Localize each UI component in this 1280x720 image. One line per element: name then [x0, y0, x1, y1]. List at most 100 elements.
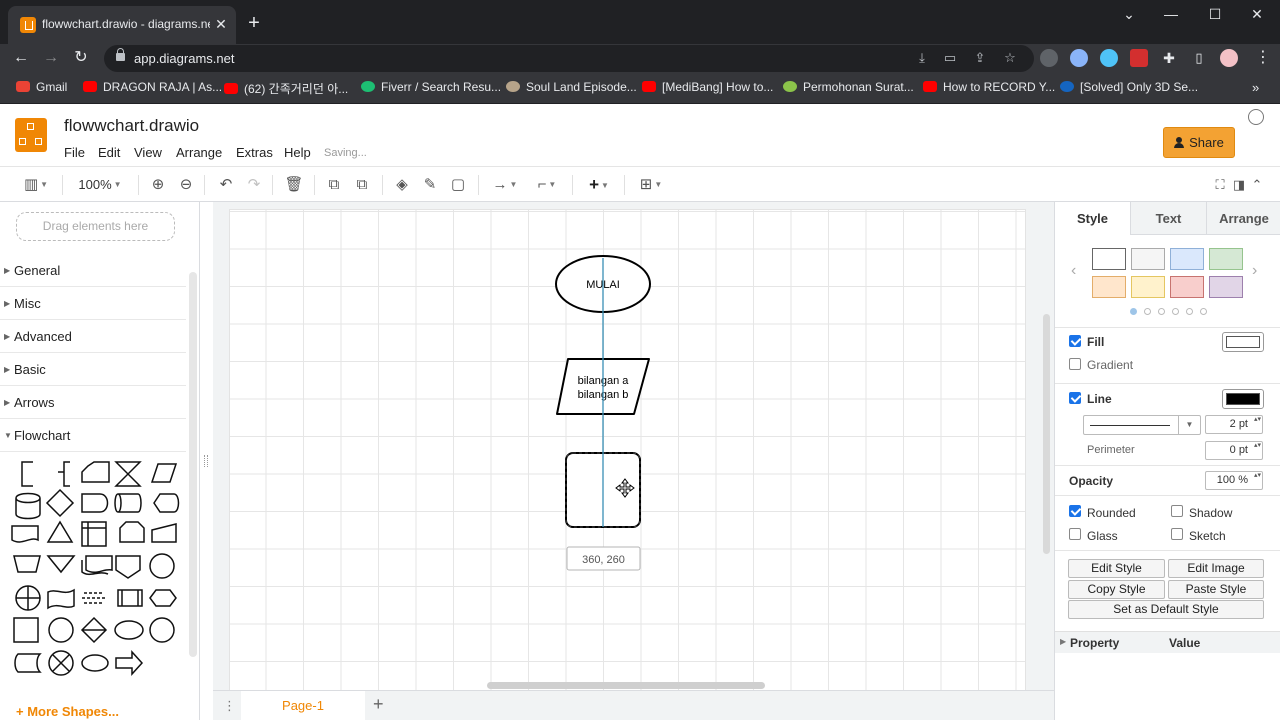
style-swatch[interactable]: [1170, 276, 1204, 298]
table-icon[interactable]: ⊞ ▼: [634, 174, 668, 196]
zoom-in-icon[interactable]: ⊕: [148, 174, 168, 196]
share-page-icon[interactable]: ⇪: [972, 50, 988, 66]
swatch-page-dot[interactable]: [1200, 308, 1207, 315]
language-globe-icon[interactable]: [1248, 109, 1264, 125]
fill-color-picker[interactable]: [1222, 332, 1264, 352]
tab-style[interactable]: Style: [1055, 202, 1130, 235]
line-color-icon[interactable]: ✎: [420, 174, 440, 196]
sidebar-section-flowchart[interactable]: ▼ Flowchart: [0, 419, 186, 452]
glass-checkbox[interactable]: [1069, 528, 1081, 540]
add-page-icon[interactable]: +: [373, 694, 384, 715]
bookmark-star-icon[interactable]: ☆: [1002, 50, 1018, 66]
swatch-page-dot[interactable]: [1186, 308, 1193, 315]
more-shapes-button[interactable]: + More Shapes...: [16, 704, 119, 719]
maximize-icon[interactable]: ☐: [1200, 4, 1230, 24]
line-width-input[interactable]: 2 pt: [1205, 415, 1263, 434]
property-table-header[interactable]: ▶ Property Value: [1055, 631, 1280, 653]
fullscreen-icon[interactable]: ⛶: [1210, 174, 1230, 196]
reload-icon[interactable]: ↻: [70, 47, 92, 69]
more-bookmarks-icon[interactable]: »: [1252, 80, 1259, 96]
bookmark-item[interactable]: (62) 간족거리던 아...: [224, 80, 348, 96]
zoom-out-icon[interactable]: ⊖: [176, 174, 196, 196]
menu-file[interactable]: File: [64, 145, 85, 160]
menu-edit[interactable]: Edit: [98, 145, 120, 160]
address-bar[interactable]: app.diagrams.net ⤓ ▭ ⇪ ☆: [104, 45, 1034, 72]
line-color-picker[interactable]: [1222, 389, 1264, 409]
document-title[interactable]: flowwchart.drawio: [64, 116, 199, 136]
canvas-horizontal-scrollbar[interactable]: [487, 682, 765, 689]
sidebar-resize-handle[interactable]: [204, 455, 208, 467]
paste-style-button[interactable]: Paste Style: [1168, 580, 1264, 599]
to-front-icon[interactable]: ⧉: [324, 174, 344, 196]
swatch-next-icon[interactable]: ›: [1252, 262, 1257, 280]
extensions-puzzle-icon[interactable]: ✚: [1158, 47, 1180, 69]
insert-icon[interactable]: + ▼: [582, 174, 616, 196]
bookmark-item[interactable]: How to RECORD Y...: [923, 80, 1055, 96]
rounded-checkbox[interactable]: [1069, 505, 1081, 517]
opacity-input[interactable]: 100 %: [1205, 471, 1263, 490]
menu-help[interactable]: Help: [284, 145, 311, 160]
tab-page-1[interactable]: Page-1: [241, 691, 365, 720]
gradient-checkbox[interactable]: [1069, 358, 1081, 370]
line-pattern-select[interactable]: ▼: [1083, 415, 1201, 435]
tab-text[interactable]: Text: [1130, 202, 1206, 235]
extension-icon[interactable]: [1070, 49, 1088, 67]
fill-color-icon[interactable]: ◈: [392, 174, 412, 196]
collapse-icon[interactable]: ⌃: [1248, 174, 1266, 196]
minimize-icon[interactable]: —: [1156, 4, 1186, 24]
bookmark-item[interactable]: Permohonan Surat...: [783, 80, 914, 96]
menu-view[interactable]: View: [134, 145, 162, 160]
swatch-page-dot[interactable]: [1144, 308, 1151, 315]
menu-extras[interactable]: Extras: [236, 145, 273, 160]
sidebar-scrollbar[interactable]: [189, 272, 197, 657]
shadow-icon[interactable]: ▢: [448, 174, 468, 196]
bookmark-item[interactable]: Fiverr / Search Resu...: [361, 80, 501, 96]
copy-style-button[interactable]: Copy Style: [1068, 580, 1165, 599]
sidebar-section-misc[interactable]: ▶ Misc: [0, 287, 186, 320]
pages-menu-icon[interactable]: ⋮: [223, 698, 236, 714]
new-tab-icon[interactable]: +: [244, 13, 264, 33]
bookmark-item[interactable]: [Solved] Only 3D Se...: [1060, 80, 1198, 96]
style-swatch[interactable]: [1170, 248, 1204, 270]
to-back-icon[interactable]: ⧉: [352, 174, 372, 196]
sidebar-section-basic[interactable]: ▶ Basic: [0, 353, 186, 386]
line-checkbox[interactable]: [1069, 392, 1081, 404]
undo-icon[interactable]: ↶: [216, 174, 236, 196]
waypoints-icon[interactable]: ⌐ ▼: [530, 174, 564, 196]
extension-icon[interactable]: [1130, 49, 1148, 67]
format-toggle-icon[interactable]: ◨: [1230, 174, 1248, 196]
sketch-checkbox[interactable]: [1171, 528, 1183, 540]
shadow-checkbox[interactable]: [1171, 505, 1183, 517]
page-icon[interactable]: ▭: [942, 50, 958, 66]
tab-arrange[interactable]: Arrange: [1206, 202, 1280, 235]
swatch-page-dot[interactable]: [1158, 308, 1165, 315]
swatch-prev-icon[interactable]: ‹: [1071, 262, 1076, 280]
extension-icon[interactable]: [1100, 49, 1118, 67]
extension-icon[interactable]: [1040, 49, 1058, 67]
bookmark-item[interactable]: [MediBang] How to...: [642, 80, 773, 96]
canvas-vertical-scrollbar[interactable]: [1043, 314, 1050, 554]
close-tab-icon[interactable]: ✕: [212, 15, 230, 33]
sidebar-section-general[interactable]: ▶ General: [0, 254, 186, 287]
style-swatch[interactable]: [1131, 276, 1165, 298]
edit-style-button[interactable]: Edit Style: [1068, 559, 1165, 578]
profile-avatar[interactable]: [1220, 49, 1238, 67]
swatch-page-dot[interactable]: [1172, 308, 1179, 315]
forward-icon[interactable]: →: [40, 47, 62, 69]
back-icon[interactable]: ←: [10, 47, 32, 69]
connection-icon[interactable]: → ▼: [488, 174, 522, 196]
side-panel-icon[interactable]: ▯: [1188, 47, 1210, 69]
tab-search-icon[interactable]: ⌄: [1114, 4, 1144, 24]
style-swatch[interactable]: [1209, 276, 1243, 298]
bookmark-item[interactable]: Gmail: [16, 80, 67, 96]
style-swatch[interactable]: [1209, 248, 1243, 270]
sidebar-section-arrows[interactable]: ▶ Arrows: [0, 386, 186, 419]
zoom-dropdown[interactable]: 100% ▼: [72, 174, 128, 196]
redo-icon[interactable]: ↷: [244, 174, 264, 196]
style-swatch[interactable]: [1092, 276, 1126, 298]
sidebar-section-advanced[interactable]: ▶ Advanced: [0, 320, 186, 353]
drag-elements-area[interactable]: Drag elements here: [16, 212, 175, 241]
style-swatch[interactable]: [1092, 248, 1126, 270]
delete-icon[interactable]: 🗑: [284, 174, 304, 196]
chrome-menu-icon[interactable]: ⋮: [1252, 47, 1274, 69]
